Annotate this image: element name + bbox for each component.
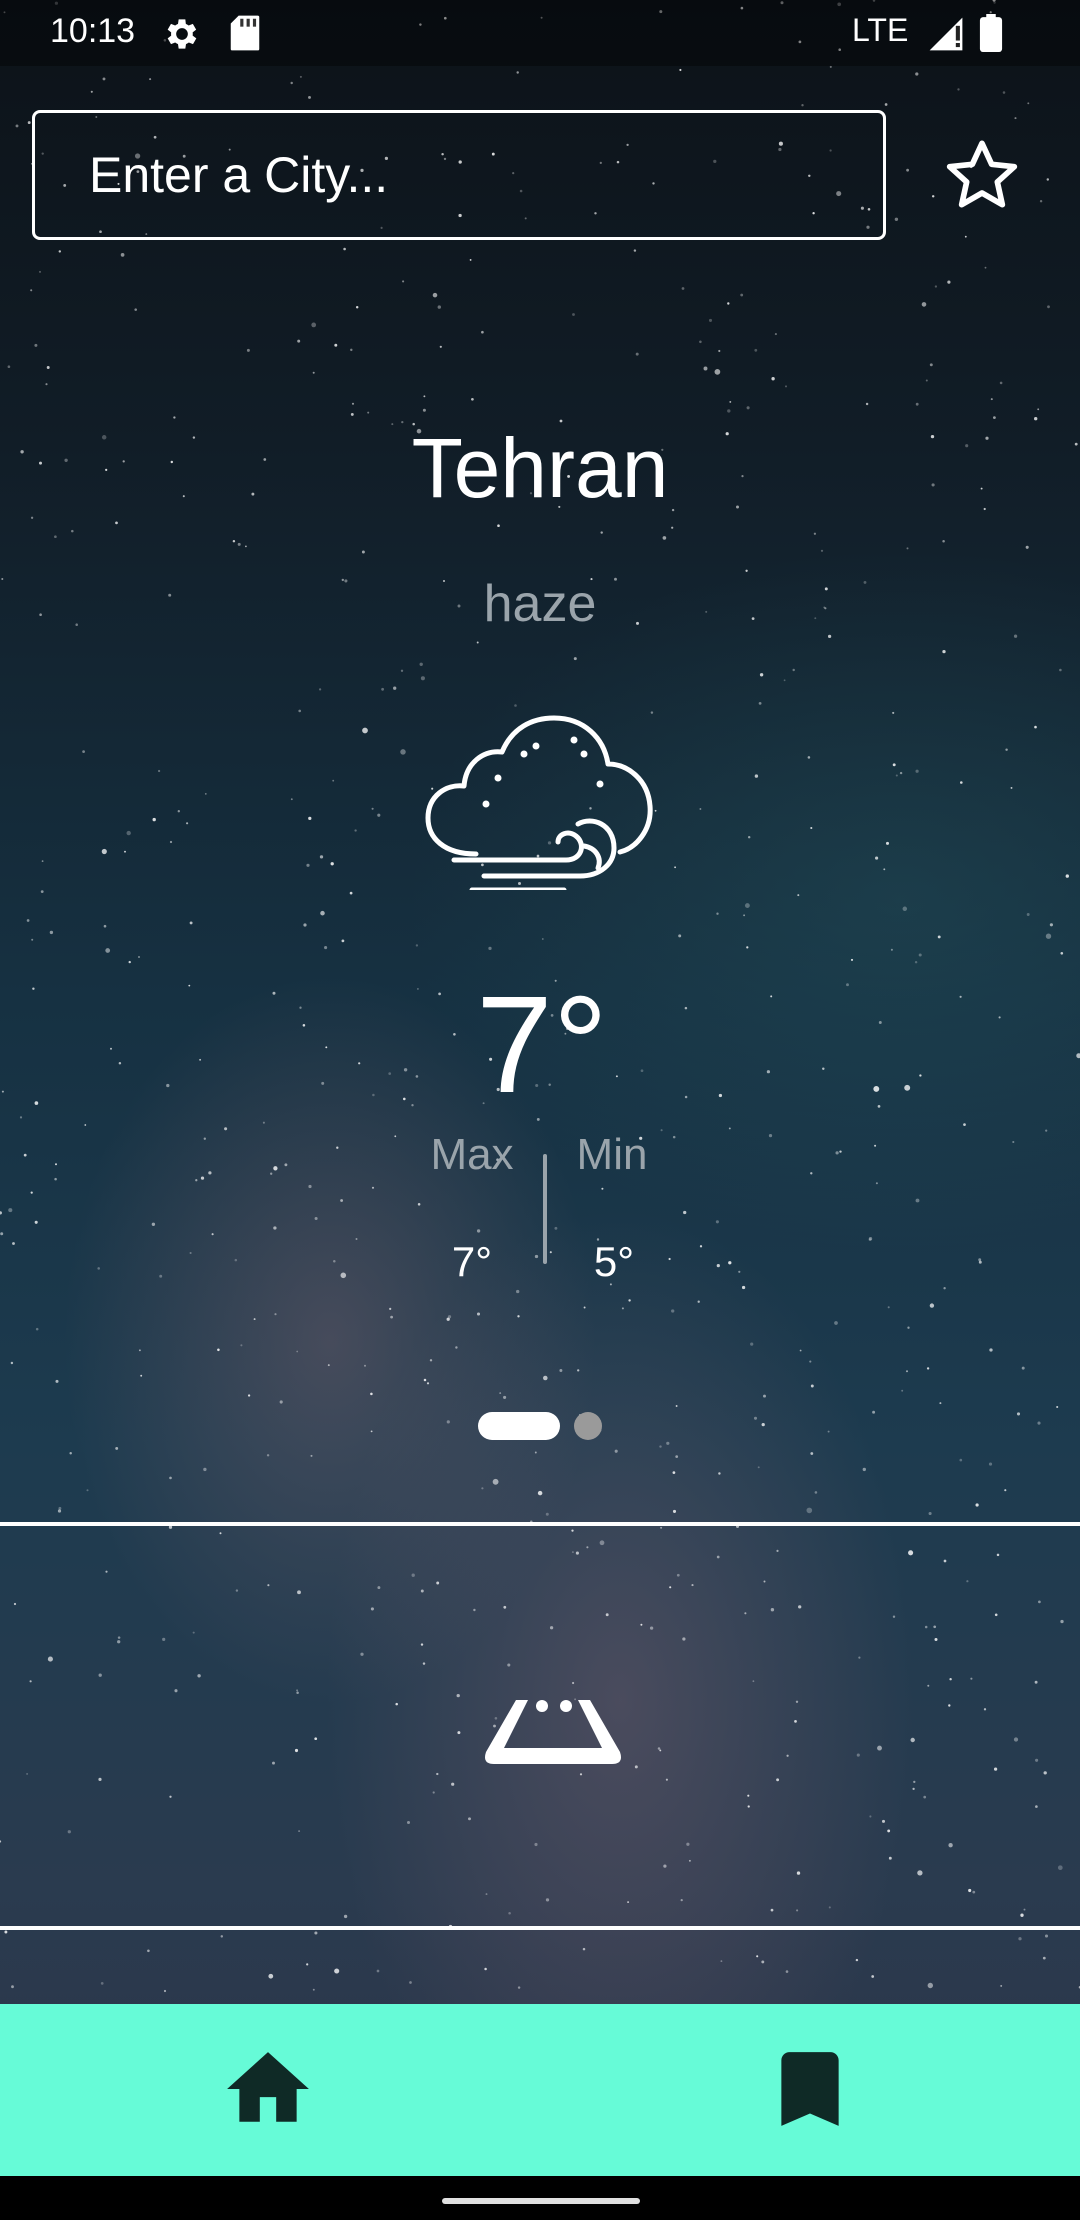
network-type: LTE (852, 12, 909, 48)
bookmark-icon[interactable] (760, 2044, 860, 2134)
home-icon[interactable] (218, 2044, 318, 2134)
status-bar: 10:13 LTE (0, 0, 1080, 66)
weather-condition: haze (483, 575, 597, 633)
lower-divider-line (0, 1926, 1080, 1930)
page-indicator-active[interactable] (478, 1412, 560, 1440)
city-search-input[interactable] (32, 110, 886, 240)
min-label: Min (576, 1130, 648, 1179)
max-temperature: 7° (451, 1238, 493, 1285)
cloud-wind-icon (425, 715, 653, 890)
settings-icon (167, 19, 197, 49)
city-name: Tehran (411, 421, 669, 515)
favorite-star-icon[interactable] (940, 136, 1024, 216)
signal-icon (929, 17, 963, 51)
min-temperature: 5° (593, 1238, 635, 1285)
gesture-handle[interactable] (442, 2198, 640, 2204)
page-indicator-inactive[interactable] (574, 1412, 602, 1440)
upper-divider-line (0, 1522, 1080, 1526)
status-time: 10:13 (50, 12, 136, 50)
current-temperature: 7° (476, 968, 608, 1122)
max-label: Max (430, 1130, 514, 1179)
sd-card-icon (230, 15, 260, 51)
weather-screen: 10:13 LTE Tehran haze (0, 0, 1080, 2220)
bottom-navigation (0, 2004, 1080, 2176)
battery-icon (979, 14, 1003, 52)
drag-handle-icon[interactable] (482, 1692, 624, 1768)
